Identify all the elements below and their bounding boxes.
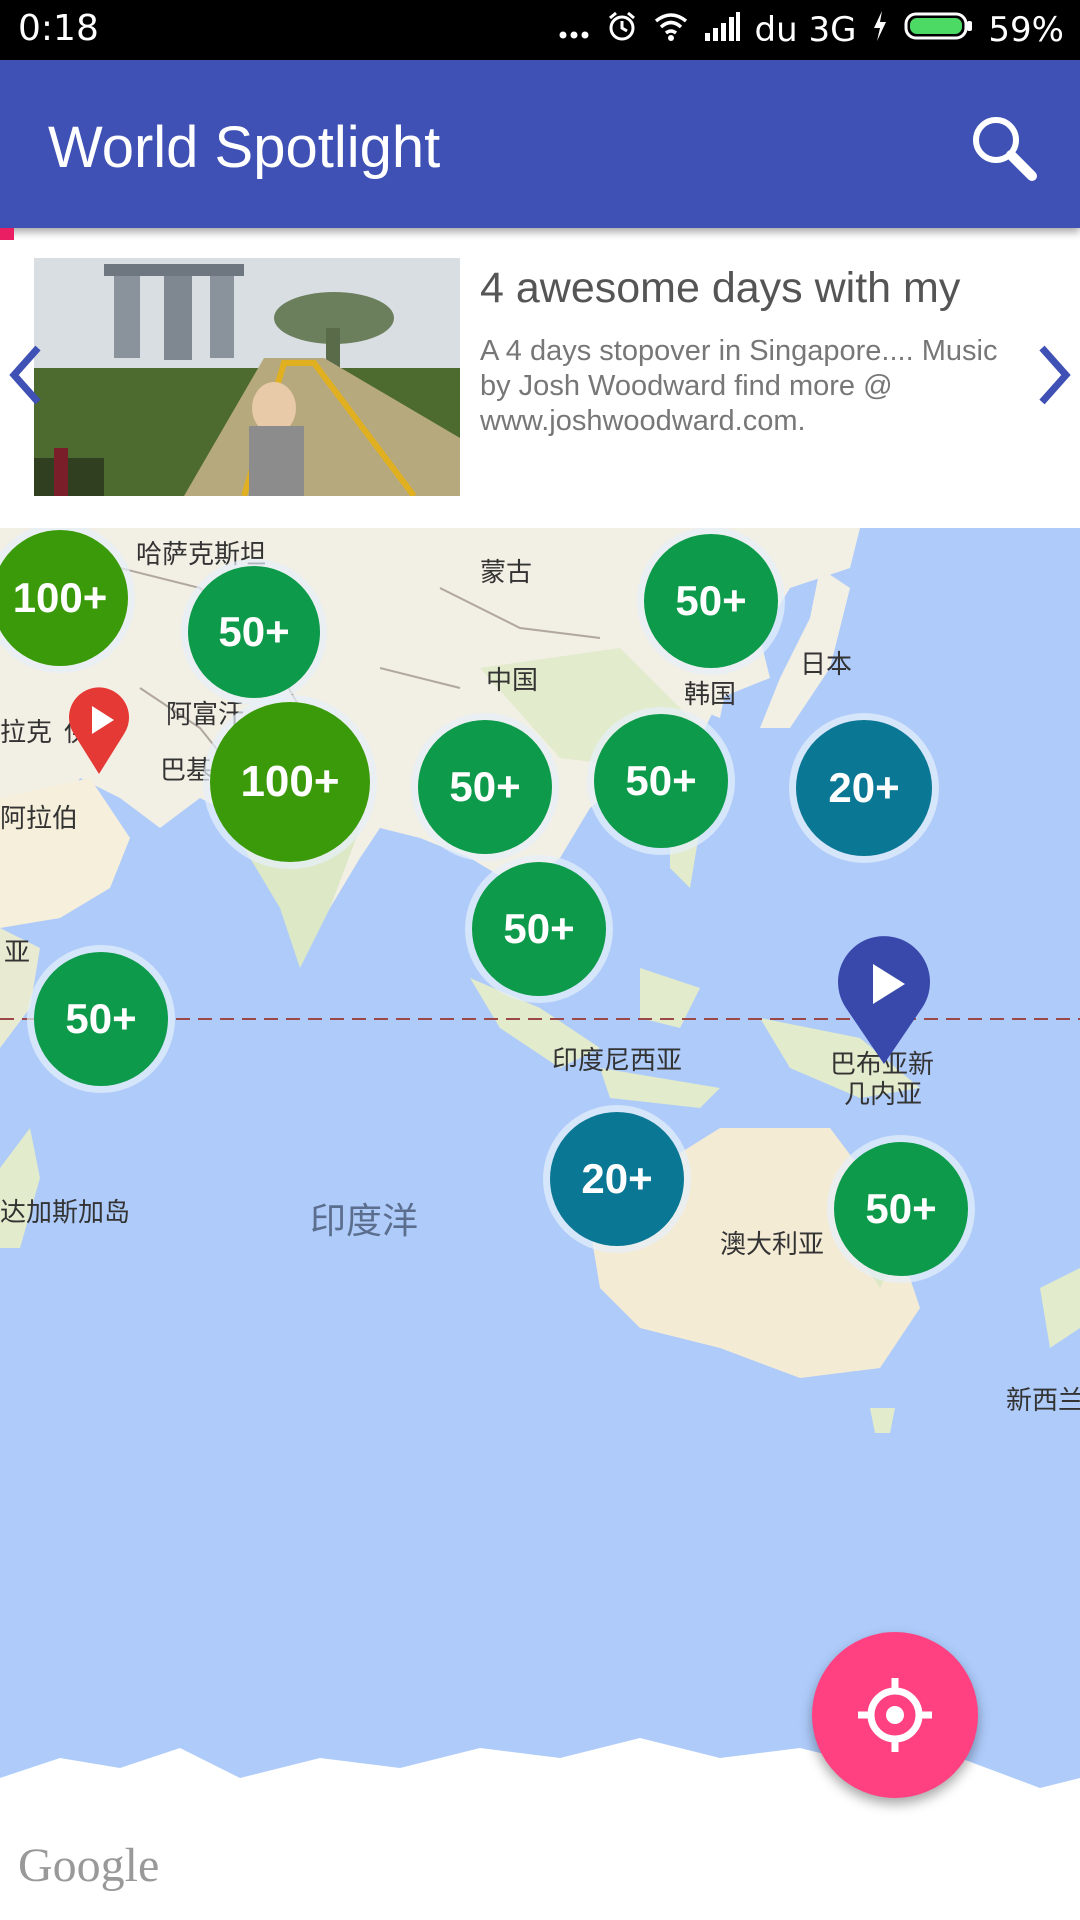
signal-icon <box>703 9 741 52</box>
status-icons: du 3G 59% <box>557 6 1064 54</box>
map-cluster[interactable]: 20+ <box>796 720 932 856</box>
map-label-indian-ocean: 印度洋 <box>310 1201 419 1242</box>
accent-strip <box>0 228 14 240</box>
map-label-china: 中国 <box>486 666 539 696</box>
next-video-button[interactable] <box>1034 340 1074 410</box>
video-card[interactable]: 4 awesome days with my A 4 days stopover… <box>0 240 1080 528</box>
map-cluster[interactable]: 100+ <box>210 702 370 862</box>
map-label-arabia: 阿拉伯 <box>0 804 79 834</box>
video-description: A 4 days stopover in Singapore.... Music… <box>480 335 998 437</box>
map-label-indonesia: 印度尼西亚 <box>552 1046 683 1076</box>
wifi-icon <box>653 9 689 52</box>
map-label-australia: 澳大利亚 <box>720 1230 825 1260</box>
search-button[interactable] <box>964 108 1044 188</box>
video-title[interactable]: 4 awesome days with my <box>480 264 1010 313</box>
my-location-icon <box>858 1678 932 1752</box>
video-thumbnail[interactable] <box>34 258 460 496</box>
map-cluster[interactable]: 50+ <box>34 952 168 1086</box>
chevron-left-icon <box>9 345 41 405</box>
search-icon <box>973 117 1037 181</box>
map-label-korea: 韩国 <box>684 680 737 710</box>
map-label-japan: 日本 <box>800 650 853 680</box>
map-label-mongolia: 蒙古 <box>480 558 533 588</box>
alarm-icon <box>605 9 639 52</box>
battery-percent: 59% <box>988 10 1064 50</box>
map-cluster[interactable]: 50+ <box>472 862 606 996</box>
charging-icon <box>870 9 890 52</box>
status-time: 0:18 <box>18 8 99 49</box>
status-bar: 0:18 du 3G 59% <box>0 0 1080 60</box>
video-marker[interactable] <box>64 684 134 776</box>
app-bar: World Spotlight <box>0 60 1080 228</box>
map-cluster[interactable]: 20+ <box>550 1112 684 1246</box>
chevron-right-icon <box>1039 345 1071 405</box>
map-cluster[interactable]: 50+ <box>188 566 320 698</box>
carrier-text: du 3G <box>754 10 857 50</box>
map-label-madagascar: 达加斯加岛 <box>0 1198 131 1228</box>
map-label-new-zealand: 新西兰 <box>1006 1386 1080 1416</box>
my-location-button[interactable] <box>812 1632 978 1798</box>
map-label-iraq: 拉克 <box>0 718 53 748</box>
map-label-east-africa: 亚 <box>4 938 31 968</box>
battery-icon <box>904 9 974 52</box>
app-title: World Spotlight <box>48 115 441 180</box>
map-cluster[interactable]: 50+ <box>644 534 778 668</box>
play-marker-icon <box>69 687 129 774</box>
video-marker[interactable] <box>830 932 938 1066</box>
google-logo: Google <box>18 1839 160 1892</box>
map-cluster[interactable]: 50+ <box>834 1142 968 1276</box>
map-cluster[interactable]: 50+ <box>418 720 552 854</box>
more-dots-icon <box>557 9 591 52</box>
play-marker-icon <box>838 936 930 1064</box>
map-cluster[interactable]: 50+ <box>594 714 728 848</box>
map-label-png-line2: 几内亚 <box>844 1080 923 1110</box>
previous-video-button[interactable] <box>6 340 46 410</box>
